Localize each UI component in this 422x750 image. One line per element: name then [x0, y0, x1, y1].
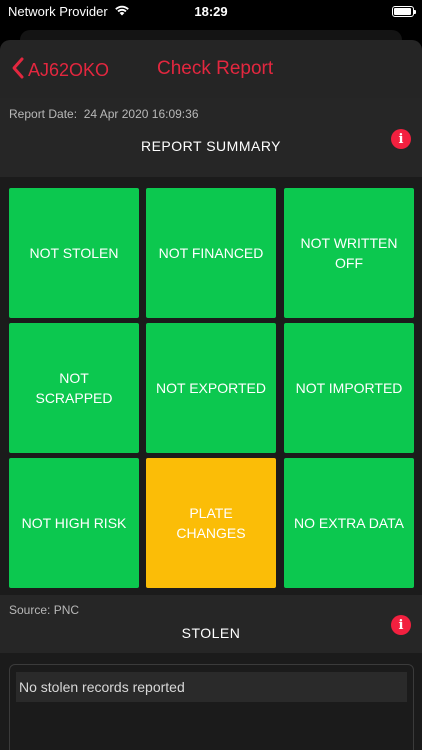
- page-title: Check Report: [157, 58, 274, 79]
- summary-tile[interactable]: NOT IMPORTED: [284, 323, 414, 453]
- stolen-section-header: Source: PNC STOLEN i: [0, 595, 422, 653]
- summary-tile[interactable]: NOT SCRAPPED: [9, 323, 139, 453]
- summary-tile[interactable]: NOT HIGH RISK: [9, 458, 139, 588]
- back-button-label: AJ62OKO: [28, 60, 110, 80]
- summary-tile[interactable]: NO EXTRA DATA: [284, 458, 414, 588]
- wifi-icon: [114, 4, 130, 19]
- report-date-value: 24 Apr 2020 16:09:36: [83, 107, 199, 121]
- carrier-name: Network Provider: [8, 3, 108, 19]
- status-left: Network Provider: [8, 4, 130, 19]
- battery-icon: [392, 5, 416, 17]
- status-right: [392, 5, 416, 17]
- summary-tile[interactable]: PLATE CHANGES: [146, 458, 276, 588]
- stolen-title: STOLEN: [181, 625, 241, 641]
- stolen-source: Source: PNC: [9, 603, 80, 617]
- report-sheet: AJ62OKO Check Report Report Date: 24 Apr…: [0, 40, 422, 750]
- stolen-records-message: No stolen records reported: [16, 672, 407, 702]
- status-bar: Network Provider 18:29: [0, 0, 422, 22]
- summary-tile[interactable]: NOT EXPORTED: [146, 323, 276, 453]
- summary-grid: NOT STOLEN NOT FINANCED NOT WRITTEN OFF NOT…: [0, 177, 422, 595]
- info-icon[interactable]: i: [391, 615, 411, 635]
- chevron-left-icon: [10, 56, 26, 85]
- info-icon[interactable]: i: [391, 129, 411, 149]
- stolen-records-card: No stolen records reported: [9, 664, 414, 750]
- nav-bar: AJ62OKO Check Report: [0, 40, 422, 98]
- back-button[interactable]: AJ62OKO: [10, 56, 109, 85]
- summary-tile[interactable]: NOT WRITTEN OFF: [284, 188, 414, 318]
- summary-tile[interactable]: NOT STOLEN: [9, 188, 139, 318]
- report-date-label: Report Date:: [9, 107, 78, 121]
- battery-fill: [394, 7, 412, 15]
- report-date: Report Date: 24 Apr 2020 16:09:36: [9, 107, 199, 121]
- summary-tile[interactable]: NOT FINANCED: [146, 188, 276, 318]
- report-summary-title: REPORT SUMMARY: [140, 138, 282, 154]
- report-summary-header: Report Date: 24 Apr 2020 16:09:36 REPORT…: [0, 98, 422, 177]
